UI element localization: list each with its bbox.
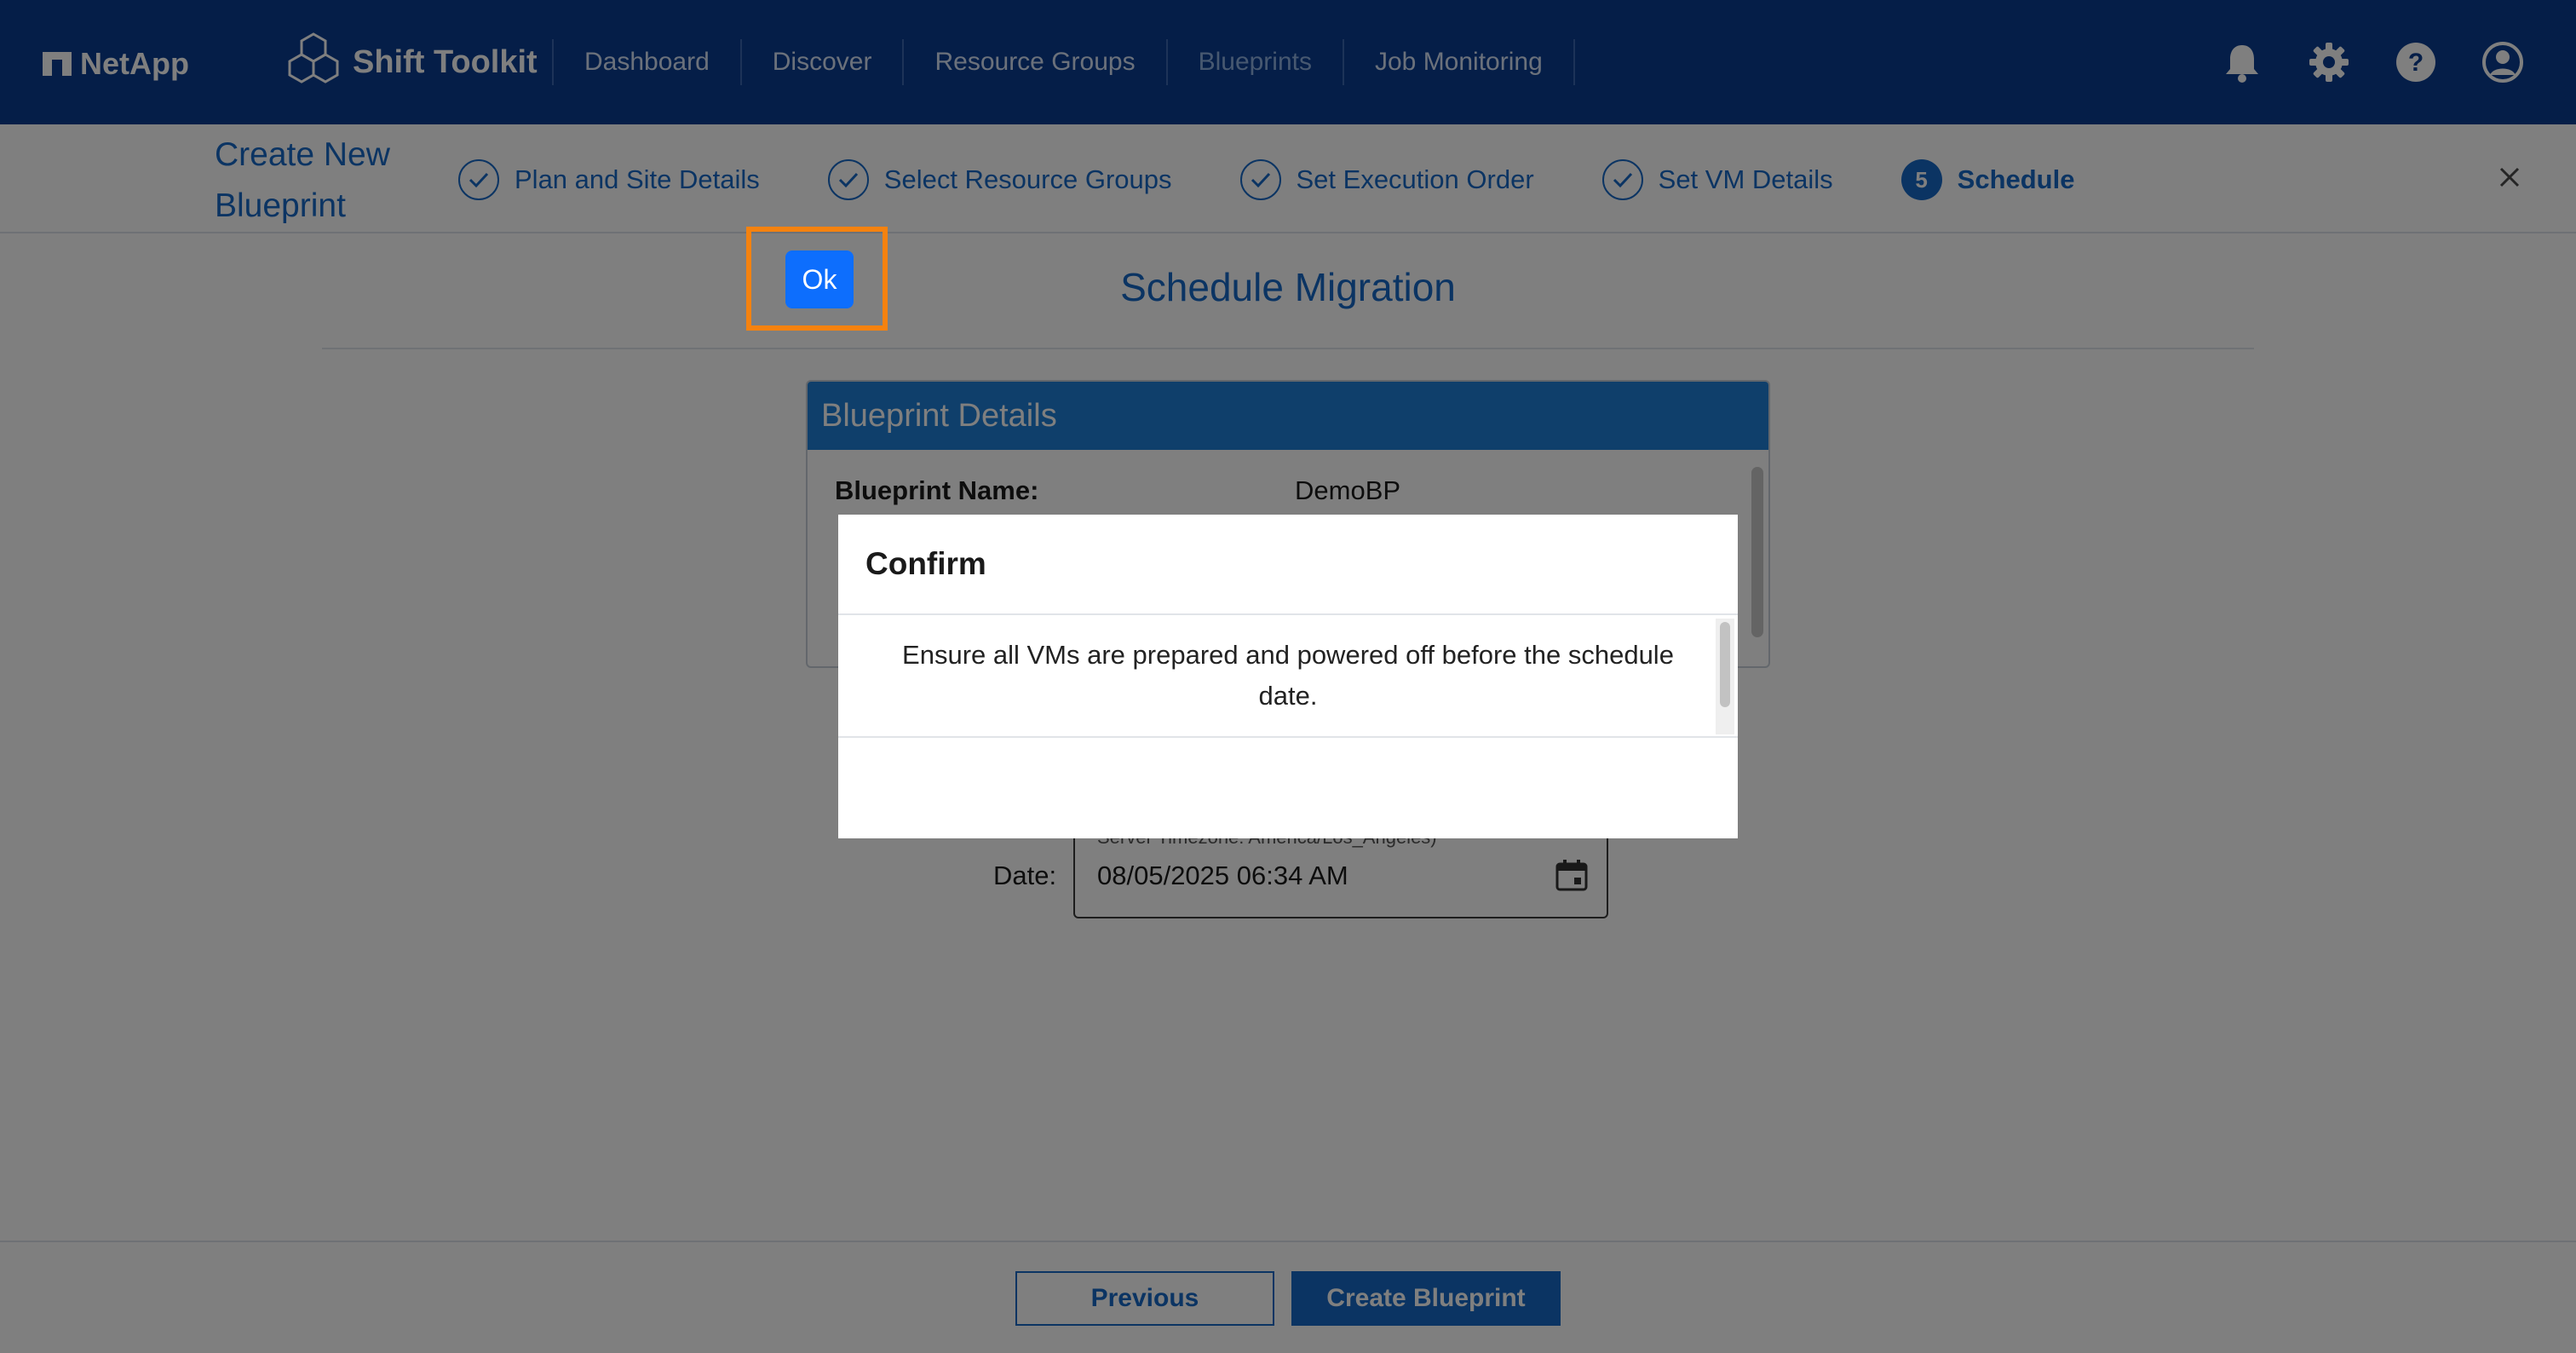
dialog-title: Confirm	[838, 515, 1738, 615]
dialog-body: Ensure all VMs are prepared and powered …	[838, 615, 1738, 738]
dialog-scrollbar[interactable]	[1716, 619, 1734, 734]
confirm-dialog: Confirm Ensure all VMs are prepared and …	[838, 515, 1738, 838]
ok-button[interactable]: Ok	[785, 250, 854, 308]
dialog-footer	[838, 738, 1738, 838]
dialog-message: Ensure all VMs are prepared and powered …	[902, 640, 1674, 711]
